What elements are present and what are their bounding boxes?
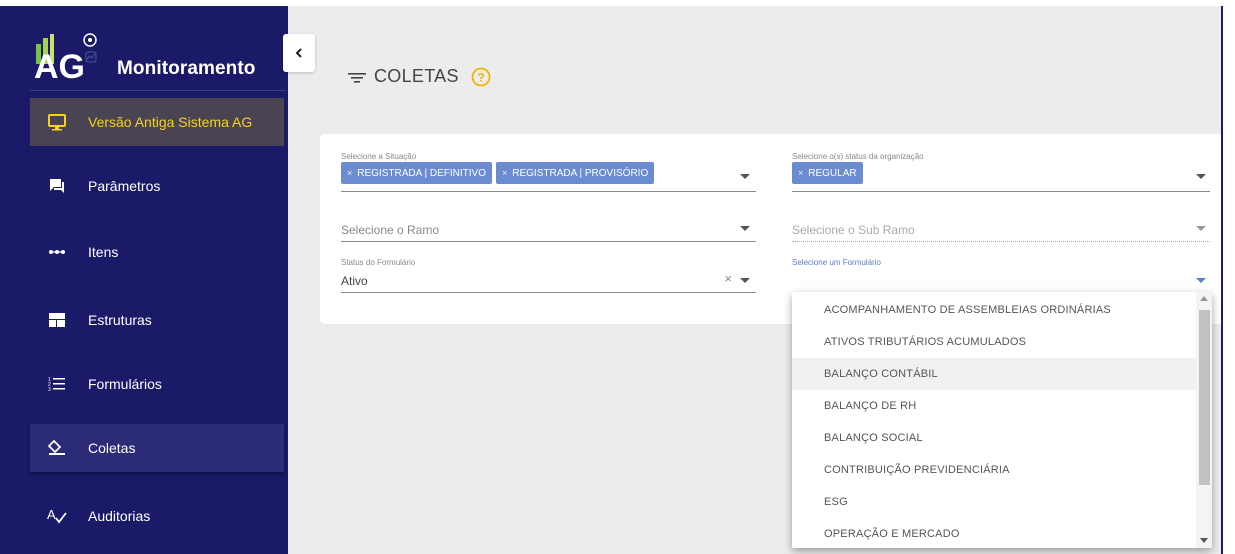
situacao-select[interactable]: Selecione a Situação × REGISTRADA | DEFIN… bbox=[341, 152, 756, 192]
chip-label: REGULAR bbox=[808, 167, 857, 179]
sidebar-divider bbox=[30, 90, 286, 91]
scroll-up-icon[interactable] bbox=[1200, 296, 1208, 301]
remove-chip-icon[interactable]: × bbox=[798, 168, 803, 178]
filter-icon bbox=[348, 72, 366, 83]
frame-outside bbox=[1223, 0, 1235, 554]
status-formulario-value: Ativo bbox=[341, 274, 368, 288]
dropdown-scrollbar[interactable] bbox=[1196, 292, 1212, 548]
ag-logo: AG bbox=[34, 33, 97, 82]
sidebar-item-formularios[interactable]: 123 Formulários bbox=[30, 360, 284, 408]
chevron-down-icon bbox=[740, 278, 750, 283]
status-organizacao-label: Selecione o(s) status da organização bbox=[792, 152, 924, 161]
ramo-placeholder: Selecione o Ramo bbox=[341, 223, 440, 237]
monitor-icon bbox=[46, 111, 68, 133]
sub-ramo-select: Selecione o Sub Ramo bbox=[792, 212, 1210, 242]
status-formulario-label: Status do Formulário bbox=[341, 258, 416, 267]
help-icon[interactable]: ? bbox=[471, 67, 491, 87]
sidebar-item-label: Parâmetros bbox=[88, 178, 161, 194]
status-organizacao-select[interactable]: Selecione o(s) status da organização × RE… bbox=[792, 152, 1210, 192]
remove-chip-icon[interactable]: × bbox=[347, 168, 352, 178]
sidebar-item-label: Auditorias bbox=[88, 508, 151, 524]
sidebar-item-coletas[interactable]: Coletas bbox=[30, 424, 284, 472]
spellcheck-icon: A bbox=[46, 505, 68, 527]
dropdown-option[interactable]: BALANÇO DE RH bbox=[792, 390, 1196, 422]
svg-text:3: 3 bbox=[48, 387, 51, 393]
svg-text:AG: AG bbox=[34, 48, 85, 82]
sidebar-item-itens[interactable]: Itens bbox=[30, 228, 284, 276]
scroll-thumb[interactable] bbox=[1199, 310, 1210, 485]
chevron-down-icon bbox=[1196, 278, 1206, 283]
scroll-down-icon[interactable] bbox=[1200, 538, 1208, 543]
sidebar-item-label: Coletas bbox=[88, 440, 136, 456]
chip-label: REGISTRADA | DEFINITIVO bbox=[357, 167, 486, 179]
field-underline bbox=[792, 191, 1210, 192]
situacao-label: Selecione a Situação bbox=[341, 152, 417, 161]
formulario-label: Selecione um Formulário bbox=[792, 258, 881, 267]
sidebar-item-label: Estruturas bbox=[88, 312, 152, 328]
sidebar-item-versao-antiga[interactable]: Versão Antiga Sistema AG bbox=[30, 98, 284, 146]
field-underline bbox=[792, 241, 1210, 242]
dropdown-option[interactable]: ACOMPANHAMENTO DE ASSEMBLEIAS ORDINÁRIAS bbox=[792, 294, 1196, 326]
chevron-left-icon bbox=[295, 48, 302, 58]
formulario-dropdown[interactable]: ACOMPANHAMENTO DE ASSEMBLEIAS ORDINÁRIAS… bbox=[792, 292, 1212, 548]
dropdown-option[interactable]: BALANÇO CONTÁBIL bbox=[792, 358, 1196, 390]
sidebar-item-label: Versão Antiga Sistema AG bbox=[88, 114, 253, 130]
remove-chip-icon[interactable]: × bbox=[502, 168, 507, 178]
chevron-down-icon bbox=[1196, 226, 1206, 231]
formulario-options: ACOMPANHAMENTO DE ASSEMBLEIAS ORDINÁRIAS… bbox=[792, 294, 1196, 548]
sidebar: AG Monitoramento Versão Antiga Sistema A… bbox=[0, 6, 288, 554]
sidebar-item-parametros[interactable]: Parâmetros bbox=[30, 162, 284, 210]
status-formulario-select[interactable]: Status do Formulário Ativo × bbox=[341, 258, 756, 293]
field-underline bbox=[341, 292, 756, 293]
chevron-down-icon bbox=[740, 226, 750, 231]
situacao-chip[interactable]: × REGISTRADA | PROVISÓRIO bbox=[496, 162, 655, 184]
dropdown-option[interactable]: CONTRIBUIÇÃO PREVIDENCIÁRIA bbox=[792, 454, 1196, 486]
sidebar-item-estruturas[interactable]: Estruturas bbox=[30, 296, 284, 344]
dots-icon bbox=[46, 241, 68, 263]
svg-text:A: A bbox=[47, 507, 56, 522]
collect-icon bbox=[46, 437, 68, 459]
field-underline bbox=[341, 191, 756, 192]
ramo-select[interactable]: Selecione o Ramo bbox=[341, 212, 756, 242]
app-title: Monitoramento bbox=[117, 58, 256, 79]
clear-icon[interactable]: × bbox=[724, 271, 732, 286]
dropdown-option[interactable]: OPERAÇÃO E MERCADO bbox=[792, 518, 1196, 548]
sidebar-item-label: Formulários bbox=[88, 376, 162, 392]
chat-icon bbox=[46, 175, 68, 197]
formulario-select[interactable]: Selecione um Formulário bbox=[792, 258, 1210, 293]
dropdown-option[interactable]: BALANÇO SOCIAL bbox=[792, 422, 1196, 454]
sidebar-item-auditorias[interactable]: A Auditorias bbox=[30, 492, 284, 540]
page-header: COLETAS ? bbox=[348, 66, 491, 87]
chip-label: REGISTRADA | PROVISÓRIO bbox=[512, 167, 649, 179]
chevron-down-icon bbox=[740, 174, 750, 179]
sidebar-item-label: Itens bbox=[88, 244, 119, 260]
dropdown-option[interactable]: ESG bbox=[792, 486, 1196, 518]
page-title: COLETAS bbox=[374, 66, 459, 86]
collapse-sidebar-button[interactable] bbox=[283, 34, 315, 72]
list-icon: 123 bbox=[46, 373, 68, 395]
layout-icon bbox=[46, 309, 68, 331]
dropdown-option[interactable]: ATIVOS TRIBUTÁRIOS ACUMULADOS bbox=[792, 326, 1196, 358]
frame-border bbox=[1221, 6, 1223, 554]
sub-ramo-placeholder: Selecione o Sub Ramo bbox=[792, 223, 915, 237]
svg-text:?: ? bbox=[477, 70, 484, 84]
field-underline bbox=[341, 241, 756, 242]
chevron-down-icon bbox=[1196, 174, 1206, 179]
situacao-chip[interactable]: × REGISTRADA | DEFINITIVO bbox=[341, 162, 492, 184]
status-organizacao-chip[interactable]: × REGULAR bbox=[792, 162, 863, 184]
